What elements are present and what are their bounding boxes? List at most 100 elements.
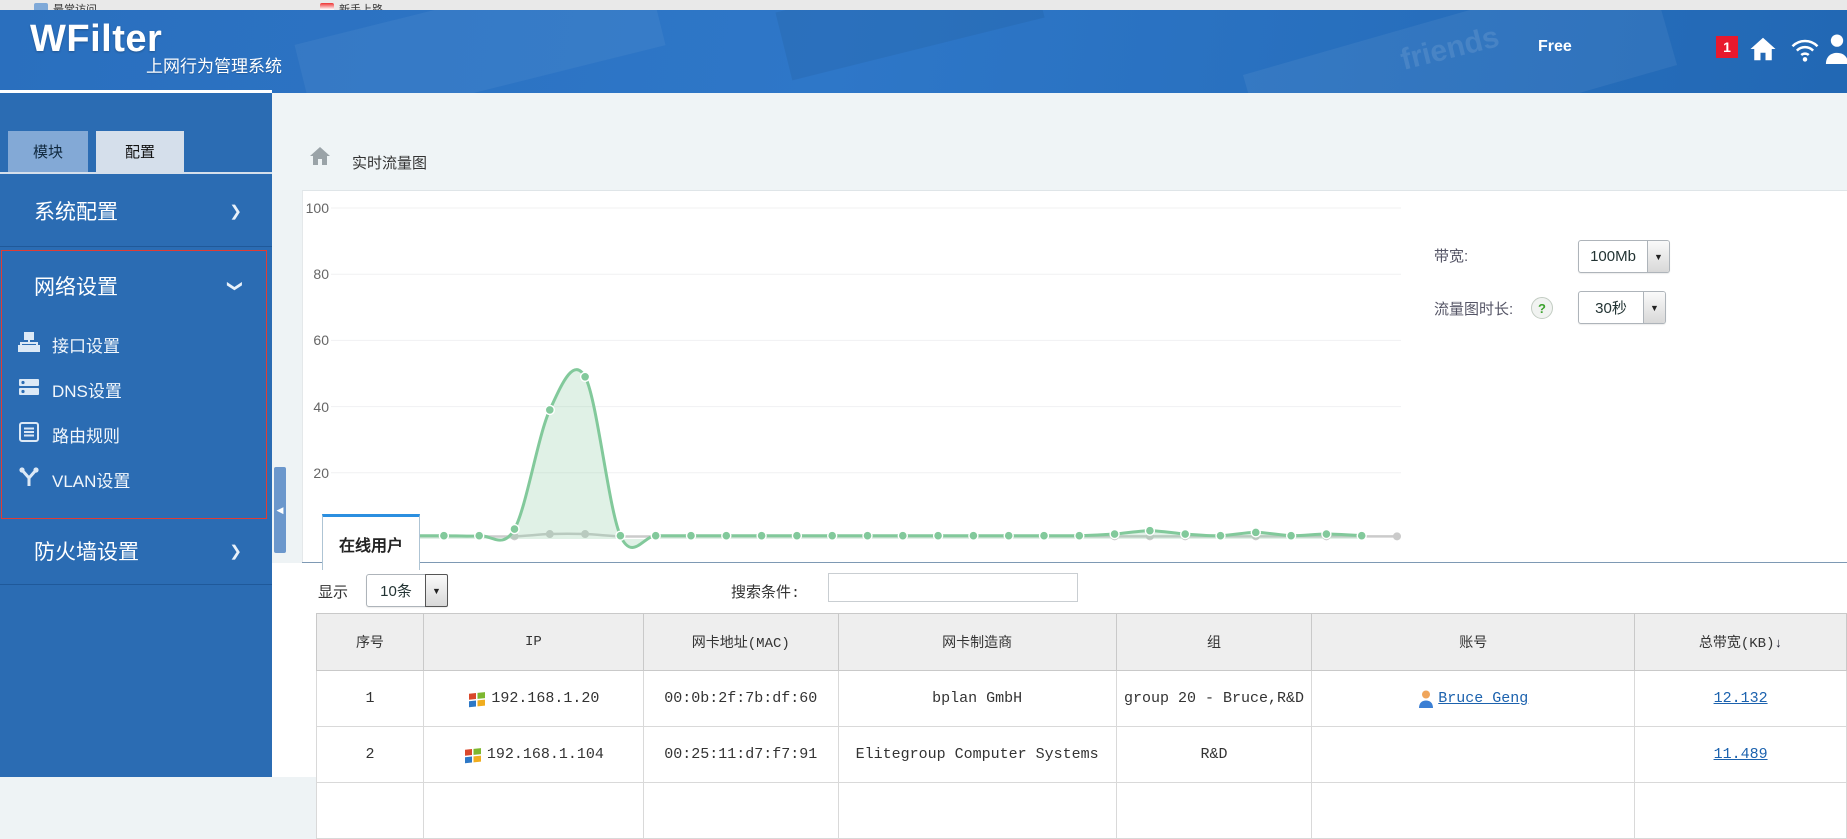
cell-bandwidth: 11.489: [1634, 726, 1847, 783]
menu-label: 网络设置: [34, 276, 118, 299]
submenu-label: DNS设置: [52, 382, 122, 401]
sidebar-item-firewall-settings[interactable]: 防火墙设置 ❯: [0, 517, 272, 585]
col-num[interactable]: 序号: [316, 613, 424, 671]
server-icon: [18, 377, 40, 402]
page-size-select[interactable]: 10条 ▼: [366, 574, 448, 607]
col-group[interactable]: 组: [1115, 613, 1313, 671]
col-vendor[interactable]: 网卡制造商: [837, 613, 1117, 671]
bandwidth-select[interactable]: 100Mb ▼: [1578, 240, 1670, 273]
cell-num: 1: [316, 670, 424, 727]
keyboard-texture: [294, 10, 666, 93]
windows-icon: [469, 691, 486, 707]
chevron-right-icon: ❯: [229, 542, 242, 560]
content-header-band: [272, 93, 1847, 190]
menu-label: 防火墙设置: [34, 540, 139, 564]
cell-mac: 00:25:11:d7:f7:91: [642, 726, 839, 783]
y-axis-tick-label: 60: [313, 332, 329, 349]
cell-account: Bruce Geng: [1311, 670, 1636, 727]
flag-icon: [320, 3, 334, 10]
tab-label: 在线用户: [338, 537, 403, 555]
sidebar-item-interface-settings[interactable]: 接口设置: [0, 322, 272, 367]
cell-vendor: Elitegroup Computer Systems: [837, 726, 1117, 783]
col-mac[interactable]: 网卡地址(MAC): [642, 613, 839, 671]
sidebar: 模块 配置 系统配置 ❯ 网络设置 ❯ 接口设置 DNS设置 路由规则 VLAN…: [0, 93, 286, 777]
windows-icon: [464, 747, 481, 763]
app-header: friends WFilter 上网行为管理系统 Free 1: [0, 10, 1847, 93]
cell-ip: 192.168.1.20: [422, 670, 644, 727]
table-row: 1 192.168.1.20 00:0b:2f:7b:df:60 bplan G…: [316, 670, 1847, 727]
table-row: [316, 782, 1847, 839]
cell-group: group 20 - Bruce,R&D: [1115, 670, 1313, 727]
tabs-underline: [0, 172, 272, 174]
app-subtitle: 上网行为管理系统: [146, 57, 282, 76]
sidebar-collapse-handle[interactable]: ◀: [274, 467, 286, 553]
y-axis-tick-label: 100: [305, 200, 329, 216]
col-account[interactable]: 账号: [1311, 613, 1636, 671]
bandwidth-value: 100Mb: [1590, 248, 1636, 265]
browser-bookmarks-bar: 最常访问 新手上路: [0, 0, 1847, 10]
col-ip[interactable]: IP: [422, 613, 644, 671]
sitemap-icon: [17, 332, 41, 357]
tab-online-users[interactable]: 在线用户: [322, 514, 420, 570]
y-axis-tick-label: 20: [313, 464, 329, 481]
duration-select[interactable]: 30秒 ▼: [1578, 291, 1666, 324]
list-icon: [18, 422, 40, 447]
sort-desc-icon[interactable]: ↓: [1774, 636, 1782, 651]
notification-badge[interactable]: 1: [1716, 36, 1738, 58]
search-label: 搜索条件:: [731, 585, 801, 602]
traffic-chart-svg: [331, 207, 1401, 549]
search-input[interactable]: [828, 573, 1078, 602]
cell-bandwidth: 12.132: [1634, 670, 1847, 727]
section-divider: [302, 562, 1847, 563]
show-label: 显示: [318, 585, 349, 602]
bandwidth-link[interactable]: 12.132: [1714, 690, 1768, 707]
page-size-value: 10条: [380, 583, 412, 600]
breadcrumb-home-icon[interactable]: [308, 144, 332, 173]
wifi-icon[interactable]: [1790, 37, 1820, 68]
sidebar-tab-modules[interactable]: 模块: [8, 131, 88, 172]
bandwidth-link[interactable]: 11.489: [1714, 746, 1768, 763]
sidebar-item-dns-settings[interactable]: DNS设置: [0, 367, 272, 412]
cell-vendor: bplan GmbH: [837, 670, 1117, 727]
home-icon[interactable]: [1748, 34, 1778, 69]
dropdown-arrow-icon[interactable]: ▼: [425, 574, 448, 607]
submenu-label: VLAN设置: [52, 472, 131, 491]
cell-mac: 00:0b:2f:7b:df:60: [642, 670, 839, 727]
page-title: 实时流量图: [352, 155, 428, 172]
online-users-table: 序号 IP 网卡地址(MAC) 网卡制造商 组 账号 总带宽(KB)↓ 1 19…: [316, 613, 1847, 839]
keyboard-texture: [775, 10, 1045, 81]
account-link[interactable]: Bruce Geng: [1438, 690, 1528, 707]
cell-num: 2: [316, 726, 424, 783]
duration-value: 30秒: [1595, 300, 1627, 317]
bookmark-item[interactable]: 新手上路: [320, 0, 383, 10]
sidebar-item-system-config[interactable]: 系统配置 ❯: [0, 175, 272, 247]
bookmark-item[interactable]: 最常访问: [34, 0, 97, 10]
sidebar-item-routing-rules[interactable]: 路由规则: [0, 412, 272, 457]
chevron-right-icon: ❯: [229, 202, 242, 220]
dropdown-arrow-icon[interactable]: ▼: [1643, 292, 1665, 323]
dropdown-arrow-icon[interactable]: ▼: [1647, 241, 1669, 272]
sidebar-tab-config[interactable]: 配置: [96, 131, 184, 172]
sidebar-item-vlan-settings[interactable]: VLAN设置: [0, 457, 272, 502]
folder-icon: [34, 3, 48, 10]
cell-group: R&D: [1115, 726, 1313, 783]
table-row: 2 192.168.1.104 00:25:11:d7:f7:91 Eliteg…: [316, 726, 1847, 783]
app-logo: WFilter: [30, 18, 163, 60]
tab-label: 模块: [32, 144, 63, 161]
split-y-icon: [18, 467, 40, 492]
table-header-row: 序号 IP 网卡地址(MAC) 网卡制造商 组 账号 总带宽(KB)↓: [316, 613, 1847, 671]
menu-label: 系统配置: [34, 200, 118, 224]
col-bandwidth[interactable]: 总带宽(KB)↓: [1634, 613, 1847, 671]
help-icon[interactable]: ?: [1531, 297, 1553, 319]
submenu-label: 路由规则: [52, 427, 120, 446]
sidebar-item-network-settings[interactable]: 网络设置 ❯: [0, 250, 272, 322]
submenu-label: 接口设置: [52, 337, 120, 356]
bookmark-label: 最常访问: [53, 4, 97, 10]
bandwidth-label: 带宽:: [1434, 248, 1469, 265]
duration-label: 流量图时长:: [1434, 301, 1514, 318]
cell-ip: 192.168.1.104: [422, 726, 644, 783]
user-icon[interactable]: [1824, 32, 1847, 69]
cell-account: [1311, 726, 1636, 783]
chevron-down-icon: ❯: [226, 279, 244, 293]
y-axis-tick-label: 80: [313, 266, 329, 283]
